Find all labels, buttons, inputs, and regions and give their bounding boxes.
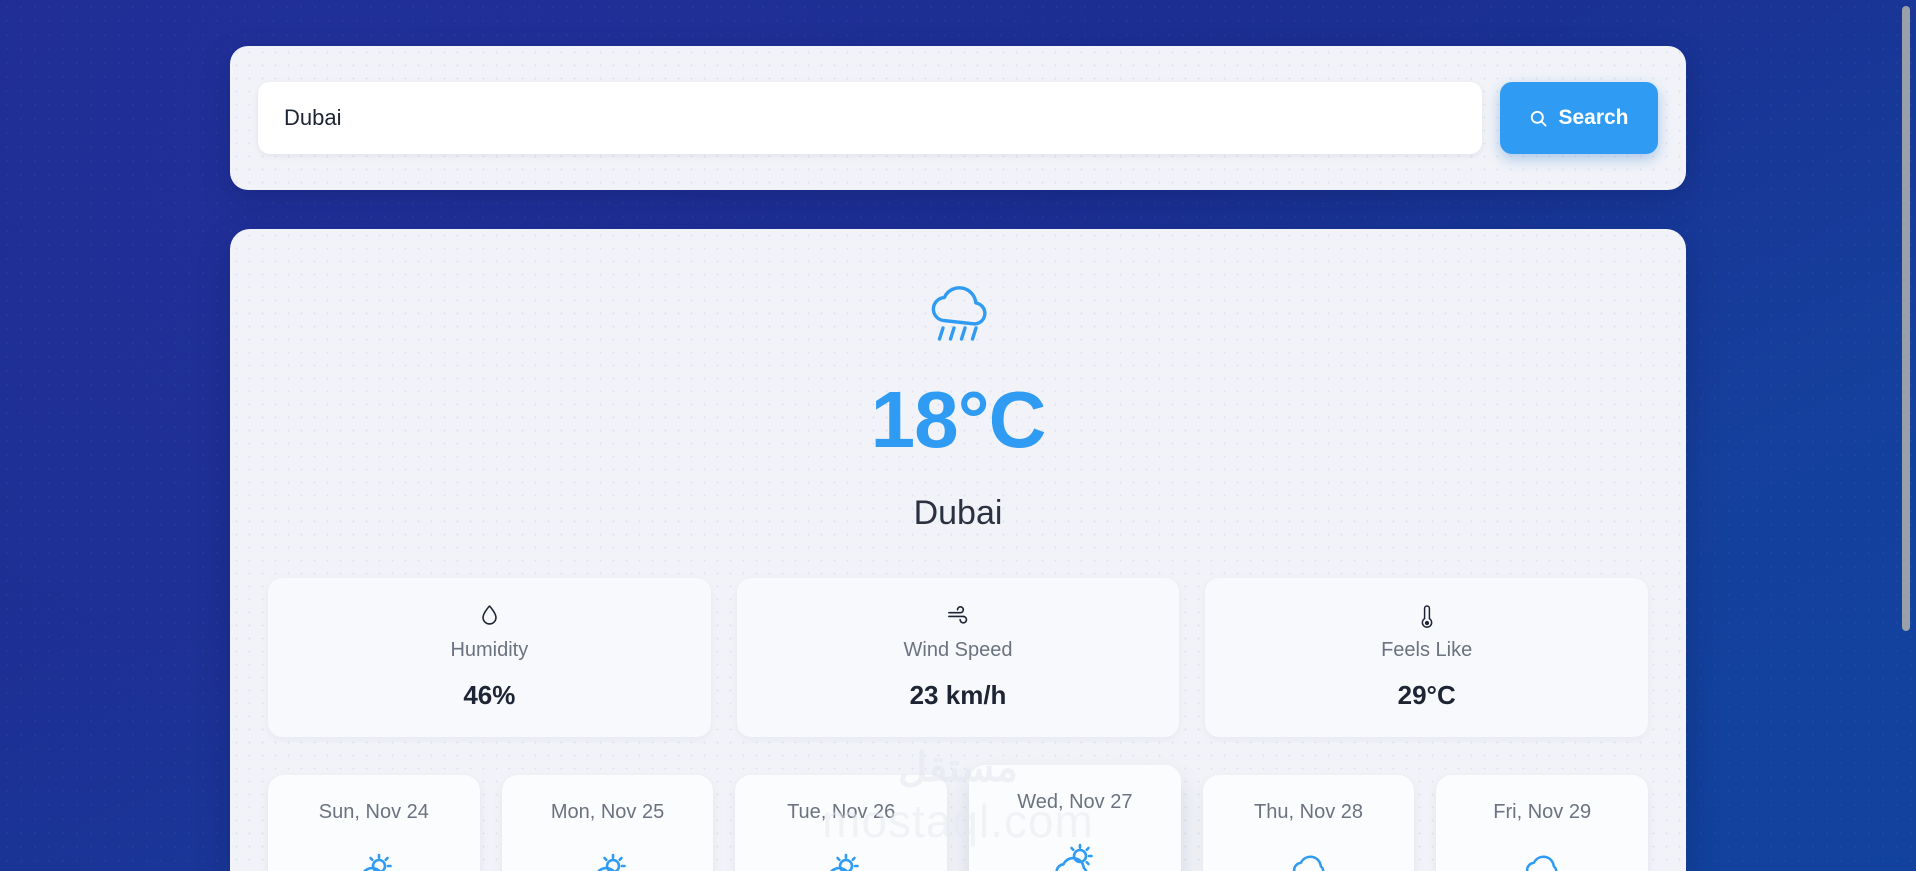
weather-panel: 18°C Dubai Humidity 46% Wind Speed 23 km… <box>230 229 1686 871</box>
stat-card-wind-speed: Wind Speed 23 km/h <box>736 578 1180 737</box>
water-droplet-icon <box>278 602 701 630</box>
stat-card-humidity: Humidity 46% <box>268 578 711 737</box>
search-button-label: Search <box>1558 106 1629 129</box>
forecast-card[interactable]: Tue, Nov 26 38°C <box>735 775 948 871</box>
search-icon <box>1529 109 1548 128</box>
stats-row: Humidity 46% Wind Speed 23 km/h Feels Li… <box>268 578 1649 737</box>
stat-label: Humidity <box>450 639 529 661</box>
stat-value: 46% <box>463 680 516 710</box>
search-button[interactable]: Search <box>1500 82 1658 154</box>
stat-value: 23 km/h <box>909 680 1007 710</box>
city-search-input[interactable] <box>258 82 1482 154</box>
stat-card-feels-like: Feels Like 29°C <box>1205 578 1649 737</box>
content-shell: Search 18°C Dubai <box>230 46 1686 871</box>
sun-behind-cloud-icon <box>977 836 1173 871</box>
forecast-card[interactable]: Thu, Nov 28 20°C <box>1202 775 1415 871</box>
wind-icon <box>747 602 1170 630</box>
current-temperature: 18°C <box>870 375 1047 464</box>
page-scrollbar-track[interactable] <box>1902 0 1910 871</box>
page-scrollbar-thumb[interactable] <box>1902 6 1910 631</box>
forecast-card[interactable]: Fri, Nov 29 21°C <box>1436 775 1649 871</box>
rain-cloud-icon <box>923 283 993 354</box>
current-weather-icon-wrap <box>268 283 1648 354</box>
forecast-date: Sun, Nov 24 <box>318 801 429 823</box>
stat-label: Wind Speed <box>903 639 1013 661</box>
forecast-date: Fri, Nov 29 <box>1493 801 1592 823</box>
current-city-name: Dubai <box>913 494 1003 532</box>
forecast-card[interactable]: Wed, Nov 27 28°C <box>969 765 1181 871</box>
rain-cloud-icon <box>1444 846 1640 871</box>
sun-behind-cloud-icon <box>276 846 472 871</box>
forecast-date: Thu, Nov 28 <box>1254 801 1363 823</box>
forecast-card[interactable]: Sun, Nov 24 10°C <box>268 775 480 871</box>
stat-label: Feels Like <box>1381 639 1473 661</box>
forecast-card[interactable]: Mon, Nov 25 20°C <box>501 775 714 871</box>
sun-behind-cloud-icon <box>510 846 706 871</box>
stat-value: 29°C <box>1397 680 1456 710</box>
sun-behind-cloud-icon <box>743 846 939 871</box>
forecast-date: Mon, Nov 25 <box>550 801 665 823</box>
forecast-date: Tue, Nov 26 <box>787 801 896 823</box>
forecast-row: Sun, Nov 24 10°C <box>268 765 1649 871</box>
app-root: Search 18°C Dubai <box>0 0 1916 871</box>
forecast-date: Wed, Nov 27 <box>1017 791 1133 813</box>
rain-cloud-icon <box>1211 846 1407 871</box>
search-panel: Search <box>230 46 1686 190</box>
thermometer-icon <box>1215 602 1638 630</box>
